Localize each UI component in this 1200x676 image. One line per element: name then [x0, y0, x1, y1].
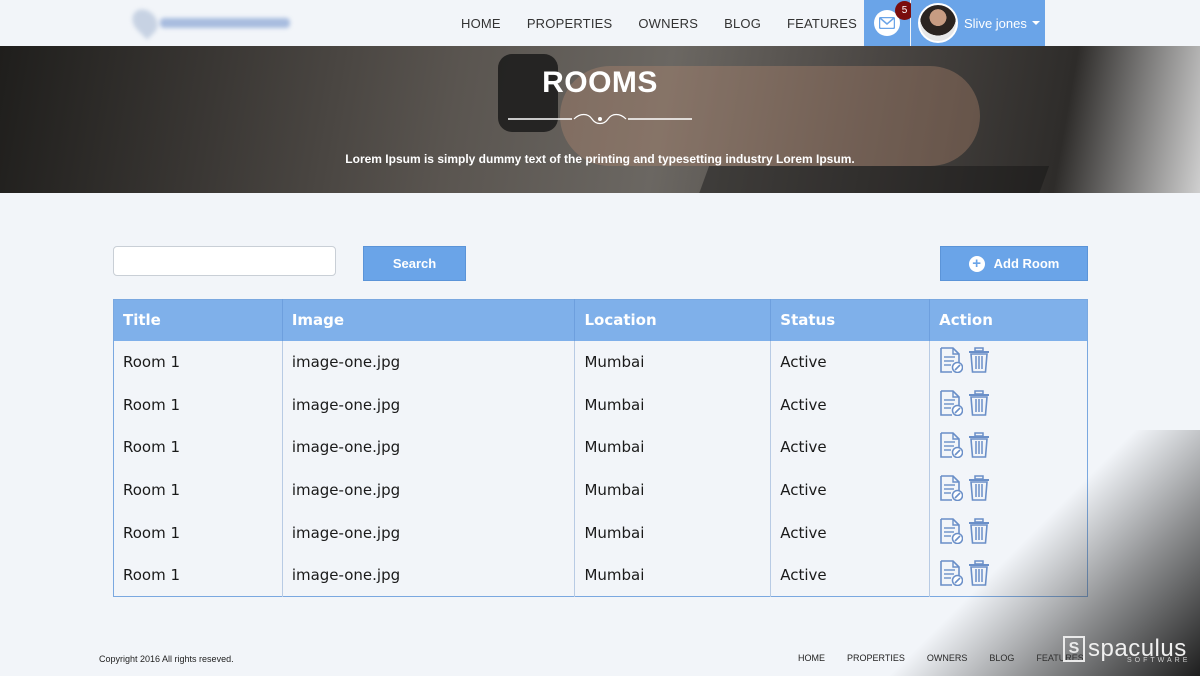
edit-document-icon[interactable]	[939, 432, 964, 462]
nav-blog[interactable]: BLOG	[724, 16, 761, 31]
table-row: Room 1 image-one.jpg Mumbai Active	[114, 383, 1088, 426]
edit-document-icon[interactable]	[939, 517, 964, 548]
nav-properties[interactable]: PROPERTIES	[527, 16, 613, 31]
avatar	[918, 3, 958, 43]
cell-title: Room 1	[123, 395, 181, 414]
edit-document-icon[interactable]	[939, 347, 964, 377]
copyright-text: Copyright 2016 All rights reseved.	[99, 654, 234, 664]
cell-location: Mumbai	[574, 553, 771, 597]
caret-down-icon	[1031, 21, 1040, 25]
cell-image: image-one.jpg	[281, 383, 575, 426]
cell-status: Active	[770, 383, 930, 426]
column-header-action: Action	[929, 299, 1088, 341]
trash-icon[interactable]	[967, 347, 991, 377]
row-actions	[939, 475, 1087, 505]
cell-status: Active	[770, 340, 930, 384]
cell-location: Mumbai	[574, 425, 771, 469]
plus-circle-icon: +	[968, 255, 985, 272]
cell-location: Mumbai	[574, 511, 771, 554]
page-title: ROOMS	[542, 66, 658, 99]
search-button[interactable]: Search	[363, 246, 466, 281]
column-header-title[interactable]: Title	[113, 299, 283, 341]
edit-document-icon[interactable]	[939, 389, 964, 420]
footer-nav-owners[interactable]: OWNERS	[927, 653, 968, 663]
cell-image: image-one.jpg	[281, 425, 575, 469]
column-header-image[interactable]: Image	[281, 299, 575, 341]
cell-location: Mumbai	[574, 468, 771, 512]
cell-location: Mumbai	[574, 383, 771, 426]
column-header-location[interactable]: Location	[574, 299, 771, 341]
add-room-label: Add Room	[993, 256, 1060, 271]
table-header-row: Title Image Location Status Action	[113, 299, 1088, 341]
cell-status: Active	[770, 425, 930, 469]
cell-title: Room 1	[123, 566, 181, 585]
trash-icon[interactable]	[967, 475, 991, 505]
cell-title: Room 1	[123, 480, 181, 499]
cell-image: image-one.jpg	[281, 340, 575, 384]
nav-features[interactable]: FEATURES	[787, 16, 857, 31]
footer-nav-home[interactable]: HOME	[798, 653, 825, 663]
watermark-tagline: SOFTWARE	[1127, 657, 1191, 664]
watermark-logo: S spaculus SOFTWARE	[1063, 635, 1191, 664]
cell-status: Active	[770, 468, 930, 512]
cell-action	[929, 468, 1088, 512]
row-actions	[939, 432, 1087, 462]
cell-image: image-one.jpg	[281, 511, 575, 554]
top-navbar: HOME PROPERTIES OWNERS BLOG FEATURES 5 S…	[0, 0, 1200, 46]
user-menu-button[interactable]: Slive jones	[911, 0, 1045, 46]
page-banner: ROOMS Lorem Ipsum is simply dummy text o…	[0, 46, 1200, 193]
spaculus-logo-icon: S	[1063, 636, 1085, 662]
banner-photo-keyboard	[690, 166, 1050, 193]
cell-action	[929, 425, 1088, 469]
row-actions	[939, 560, 1087, 590]
main-nav: HOME PROPERTIES OWNERS BLOG FEATURES	[448, 0, 870, 46]
trash-icon[interactable]	[967, 432, 991, 462]
user-name: Slive jones	[964, 15, 1027, 31]
site-logo[interactable]	[126, 4, 296, 40]
table-row: Room 1 image-one.jpg Mumbai Active	[114, 425, 1088, 469]
cell-action	[929, 383, 1088, 426]
table-row: Room 1 image-one.jpg Mumbai Active	[114, 340, 1088, 384]
trash-icon[interactable]	[967, 517, 991, 548]
footer-nav-blog[interactable]: BLOG	[989, 653, 1014, 663]
cell-image: image-one.jpg	[281, 468, 575, 512]
cell-status: Active	[770, 511, 930, 554]
cell-status: Active	[770, 553, 930, 597]
footer-nav: HOME PROPERTIES OWNERS BLOG FEATURES	[787, 653, 1095, 663]
table-row: Room 1 image-one.jpg Mumbai Active	[114, 468, 1088, 512]
nav-home[interactable]: HOME	[461, 16, 501, 31]
trash-icon[interactable]	[967, 560, 991, 590]
ornament-divider-icon	[508, 113, 692, 125]
cell-image: image-one.jpg	[281, 553, 575, 597]
cell-action	[929, 553, 1088, 597]
row-actions	[939, 389, 1087, 420]
table-body: Room 1 image-one.jpg Mumbai Active Room 1 ima…	[114, 340, 1088, 597]
row-actions	[939, 347, 1087, 377]
cell-title: Room 1	[123, 523, 181, 542]
column-header-status[interactable]: Status	[770, 299, 930, 341]
nav-owners[interactable]: OWNERS	[638, 16, 698, 31]
logo-wordmark	[160, 18, 290, 28]
trash-icon[interactable]	[967, 389, 991, 420]
search-input[interactable]	[113, 246, 336, 276]
cell-action	[929, 511, 1088, 554]
cell-location: Mumbai	[574, 340, 771, 384]
cell-title: Room 1	[123, 352, 181, 371]
row-actions	[939, 517, 1087, 548]
edit-document-icon[interactable]	[939, 475, 964, 505]
cell-action	[929, 340, 1088, 384]
table-row: Room 1 image-one.jpg Mumbai Active	[114, 511, 1088, 554]
location-pin-icon	[127, 4, 163, 40]
rooms-table: Title Image Location Status Action Room …	[113, 299, 1088, 598]
table-row: Room 1 image-one.jpg Mumbai Active	[114, 553, 1088, 597]
add-room-button[interactable]: + Add Room	[940, 246, 1088, 281]
footer-nav-properties[interactable]: PROPERTIES	[847, 653, 905, 663]
cell-title: Room 1	[123, 438, 181, 457]
page-subtitle: Lorem Ipsum is simply dummy text of the …	[345, 152, 855, 166]
edit-document-icon[interactable]	[939, 560, 964, 590]
